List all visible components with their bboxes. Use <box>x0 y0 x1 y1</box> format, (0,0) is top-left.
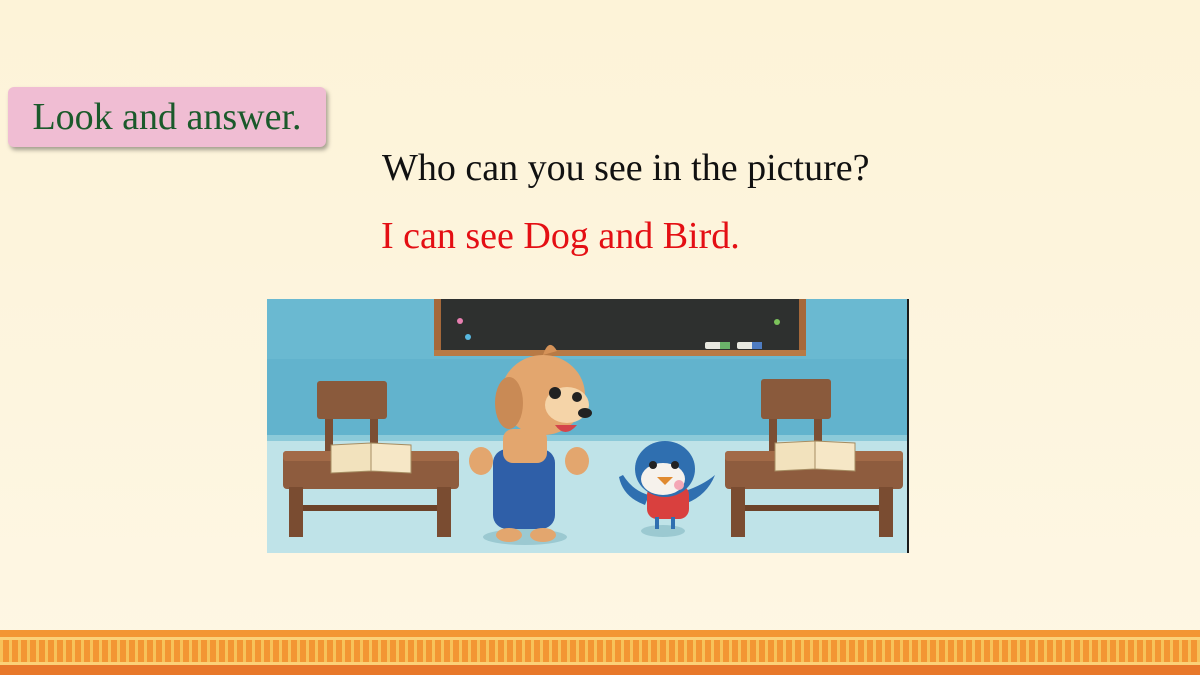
blackboard <box>434 299 806 356</box>
answer-text: I can see Dog and Bird. <box>381 215 740 257</box>
section-tag: Look and answer. <box>8 87 326 147</box>
border-pattern <box>0 637 1200 665</box>
border-bottom-band <box>0 665 1200 675</box>
classroom-illustration <box>267 299 909 553</box>
question-text: Who can you see in the picture? <box>382 147 870 189</box>
decorative-border <box>0 630 1200 675</box>
section-tag-label: Look and answer. <box>32 96 302 138</box>
